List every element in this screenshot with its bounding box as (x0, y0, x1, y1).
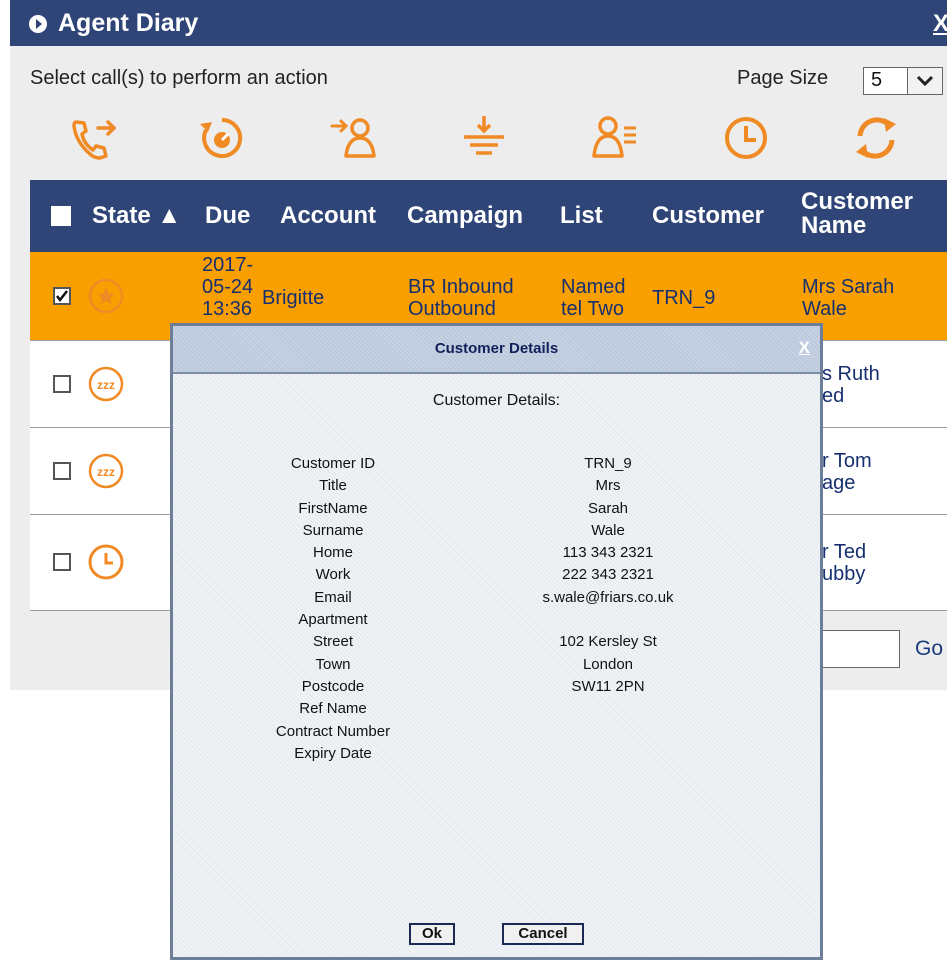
svg-text:zzz: zzz (97, 465, 115, 479)
column-header-customer-name[interactable]: Customer Name (801, 190, 913, 238)
field-value (483, 743, 733, 765)
field-label: Email (314, 588, 352, 606)
ok-button[interactable]: Ok (409, 923, 455, 945)
field-label: Ref Name (299, 700, 367, 718)
field-label: Work (315, 566, 351, 584)
assign-agent-icon[interactable] (328, 112, 380, 164)
field-value: Wale (591, 521, 625, 539)
field-value: s.wale@friars.co.uk (542, 588, 674, 606)
svg-text:zzz: zzz (97, 378, 115, 392)
field-label: Apartment (298, 611, 368, 629)
list-cell: Named tel Two (561, 276, 626, 320)
agent-list-icon[interactable] (590, 112, 642, 164)
field-value: SW11 2PN (571, 677, 645, 695)
field-value: Sarah (587, 499, 629, 517)
page-size-dropdown-button[interactable] (907, 68, 942, 94)
column-header-due[interactable]: Due (205, 204, 250, 228)
field-label: Title (319, 477, 347, 495)
star-icon (88, 278, 124, 314)
field-value (483, 721, 733, 743)
dialog-subtitle: Customer Details: (432, 392, 561, 409)
field-label: Surname (302, 521, 364, 539)
title-bar: Agent Diary X (10, 0, 947, 46)
column-header-customer[interactable]: Customer (652, 204, 764, 228)
field-label: Town (315, 655, 351, 673)
row-checkbox[interactable] (53, 375, 71, 393)
go-button[interactable]: Go (915, 637, 943, 661)
column-header-state[interactable]: State ▲ (92, 204, 181, 228)
field-label: Expiry Date (294, 744, 372, 762)
field-label: FirstName (298, 499, 368, 517)
select-all-checkbox[interactable] (51, 206, 71, 226)
clock-icon[interactable] (720, 112, 772, 164)
snooze-icon: zzz (88, 453, 124, 489)
dialog-header: Customer Details X (173, 326, 820, 374)
page-size-value: 5 (871, 69, 883, 91)
refresh-icon[interactable] (850, 112, 902, 164)
field-labels: Customer ID Title FirstName Surname Home… (203, 453, 463, 765)
field-value: Mrs (595, 477, 621, 495)
customer-name-cell: s Ruth ed (822, 363, 880, 407)
cancel-button[interactable]: Cancel (502, 923, 584, 945)
clock-icon (88, 544, 124, 580)
table-header: State ▲ Due Account Campaign List Custom… (30, 180, 947, 252)
page-number-input[interactable] (818, 630, 900, 668)
customer-name-cell: r Tom age (822, 450, 872, 494)
collapse-toggle-icon[interactable] (28, 14, 48, 34)
field-value (483, 609, 733, 631)
window-close-button[interactable]: X (933, 10, 947, 38)
page-size-label: Page Size (737, 67, 829, 89)
field-value: TRN_9 (584, 455, 632, 472)
customer-cell: TRN_9 (652, 287, 716, 309)
checkmark-icon (56, 290, 68, 303)
field-label: Street (312, 633, 354, 651)
customer-name-cell: r Ted ubby (822, 541, 867, 585)
dialog-title: Customer Details (434, 340, 559, 357)
transfer-call-icon[interactable] (68, 112, 120, 164)
customer-name-cell: Mrs Sarah Wale (802, 276, 895, 320)
field-values: TRN_9 Mrs Sarah Wale 113 343 2321 222 34… (483, 453, 733, 765)
schedule-timer-icon[interactable] (196, 112, 248, 164)
row-checkbox[interactable] (53, 553, 71, 571)
instruction-text: Select call(s) to perform an action (30, 67, 328, 89)
field-value: London (582, 655, 634, 673)
window-title: Agent Diary (58, 9, 199, 37)
snooze-icon: zzz (88, 366, 124, 402)
column-header-account[interactable]: Account (280, 204, 376, 228)
row-checkbox[interactable] (53, 287, 71, 305)
dialog-close-button[interactable]: X (799, 338, 810, 358)
field-value: 113 343 2321 (562, 544, 654, 562)
field-label: Customer ID (290, 455, 376, 472)
row-checkbox[interactable] (53, 462, 71, 480)
download-filter-icon[interactable] (458, 112, 510, 164)
field-value: 222 343 2321 (562, 566, 654, 584)
customer-details-dialog: Customer Details X Customer Details: Cus… (170, 323, 823, 960)
field-label: Postcode (301, 677, 365, 695)
field-value (483, 698, 733, 720)
page-size-select[interactable]: 5 (863, 67, 943, 95)
field-value: 102 Kersley St (559, 633, 657, 651)
column-header-list[interactable]: List (560, 204, 603, 228)
campaign-cell: BR Inbound Outbound (408, 276, 514, 320)
account-cell: Brigitte (262, 287, 325, 309)
field-label: Contract Number (275, 722, 391, 740)
chevron-down-icon (916, 75, 934, 87)
field-label: Home (312, 544, 353, 562)
column-header-campaign[interactable]: Campaign (407, 204, 523, 228)
